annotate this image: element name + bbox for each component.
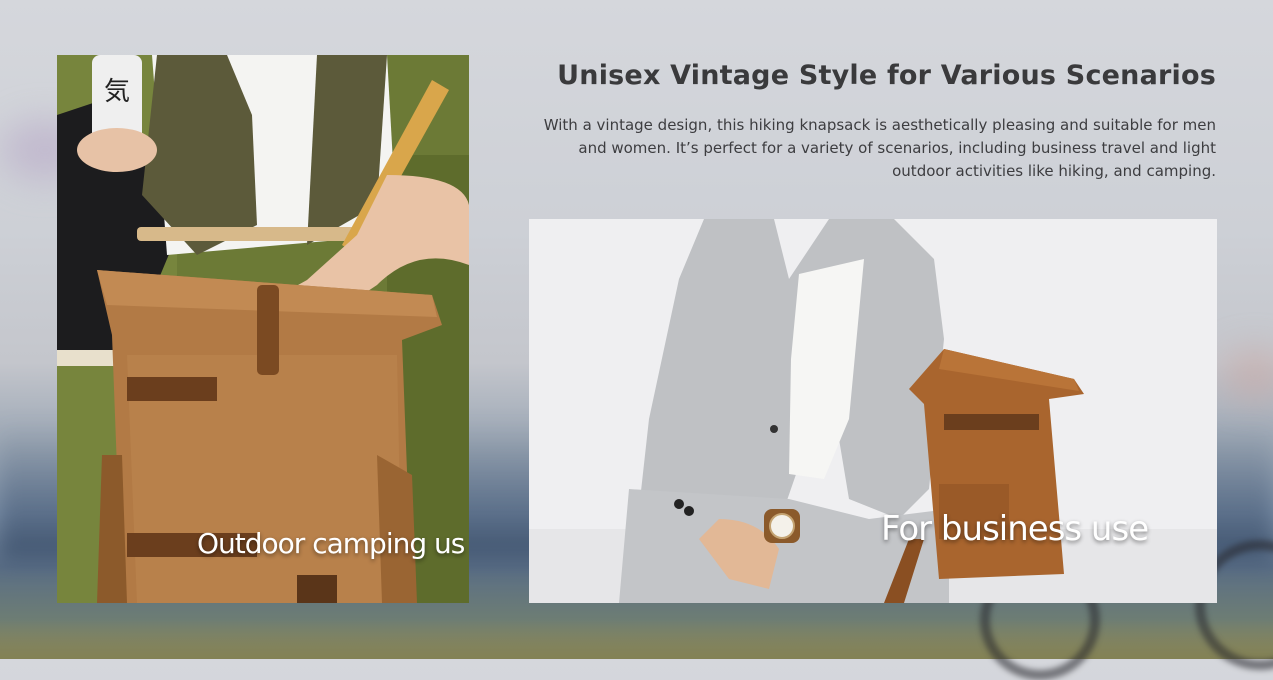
- section-heading: Unisex Vintage Style for Various Scenari…: [557, 60, 1216, 91]
- camping-photo: 気 Outdoor camping us: [57, 55, 469, 603]
- business-caption: For business use: [881, 509, 1149, 549]
- section-description: With a vintage design, this hiking knaps…: [543, 116, 1216, 180]
- camping-illustration: 気: [57, 55, 469, 603]
- svg-text:気: 気: [104, 77, 130, 107]
- camping-caption: Outdoor camping us: [197, 527, 465, 560]
- business-photo: For business use: [529, 219, 1217, 603]
